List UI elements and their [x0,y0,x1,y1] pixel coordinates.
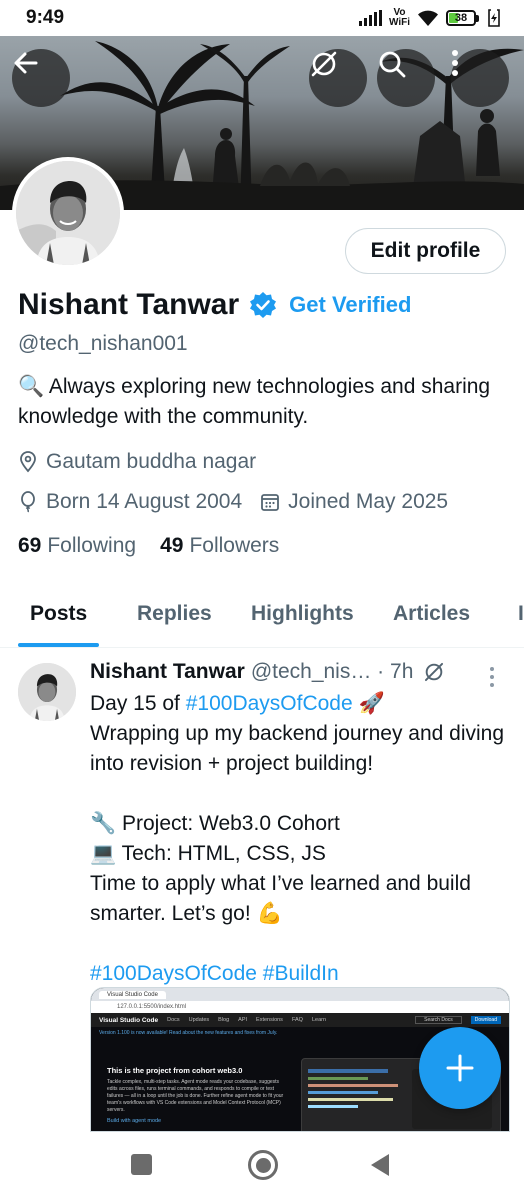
post-hashtags: #100DaysOfCode #BuildIn [90,959,510,989]
media-heading: This is the project from cohort web3.0 [107,1066,243,1075]
tab-posts[interactable]: Posts [30,602,87,626]
hashtag-link[interactable]: #100DaysOfCode [90,962,257,985]
tab-highlights[interactable]: Highlights [251,602,354,626]
following-count: 69 [18,534,42,557]
location-pin-icon [18,451,38,473]
followers-label: Followers [189,534,280,557]
balloon-icon [18,491,38,513]
verified-badge-icon[interactable] [249,291,277,319]
get-verified-link[interactable]: Get Verified [289,292,411,318]
following-label: Following [47,534,137,557]
post-line: 💻 Tech: HTML, CSS, JS [90,842,326,865]
profile-name-row: Nishant Tanwar Get Verified [18,288,411,322]
avatar [16,161,120,265]
post-line-suffix: 🚀 [352,692,385,715]
eye-off-icon [311,51,337,77]
more-vertical-icon [452,50,458,76]
recent-apps-button[interactable] [131,1154,152,1175]
post-author-name[interactable]: Nishant Tanwar [90,660,245,684]
profile-avatar[interactable] [12,157,124,269]
active-tab-indicator [18,643,99,647]
media-download: Download [470,1016,501,1024]
followers-count: 49 [160,534,184,557]
plus-icon [446,1054,474,1082]
post-spacer [90,929,510,959]
tab-articles[interactable]: Articles [393,602,470,626]
profile-tabs: Posts Replies Highlights Articles I [0,588,524,648]
calendar-icon [260,492,280,512]
profile-handle: @tech_nishan001 [18,332,188,355]
battery-icon: 38 [446,10,479,26]
birthday-text: Born 14 August 2004 [46,490,243,513]
search-button[interactable] [377,49,435,107]
profile-name: Nishant Tanwar [18,288,240,321]
post-author-avatar[interactable] [18,663,76,721]
joined-text: Joined May 2025 [288,490,449,513]
vowifi-label: Vo WiFi [388,7,410,28]
home-button[interactable] [248,1150,278,1180]
post-spacer [90,779,510,809]
follow-stats: 69 Following 49 Followers [18,534,279,558]
media-nav-item: Blog [218,1017,230,1023]
followers-link[interactable]: 49 Followers [160,534,279,558]
media-hero-text: This is the project from cohort web3.0 T… [107,1066,287,1124]
signal-icon [358,10,382,26]
media-paragraph: Tackle complex, multi-step tasks. Agent … [107,1079,284,1113]
media-nav-item: Updates [188,1017,210,1023]
back-button[interactable] [12,49,70,107]
media-search: Search Docs [415,1016,462,1024]
profile-bio: 🔍 Always exploring new technologies and … [18,375,491,428]
hashtag-link[interactable]: #BuildIn [263,962,339,985]
more-button[interactable] [451,49,509,107]
wifi-icon [418,10,438,26]
media-nav-item: Learn [311,1017,327,1023]
status-bar: 9:49 Vo WiFi 38 [0,0,524,36]
post-line: Time to apply what I’ve learned and buil… [90,872,471,925]
edit-profile-button[interactable]: Edit profile [345,228,506,274]
search-icon [379,51,406,78]
compose-post-button[interactable] [419,1027,501,1109]
post-text: Day 15 of #100DaysOfCode 🚀 Wrapping up m… [90,689,510,989]
media-nav-item: FAQ [291,1017,303,1023]
media-site-nav: Visual Studio Code Docs Updates Blog API… [91,1013,509,1027]
post-line: 🔧 Project: Web3.0 Cohort [90,812,340,835]
post-header: Nishant Tanwar @tech_nis… · 7h [90,660,470,684]
eye-off-icon[interactable] [423,661,445,683]
charging-icon [488,9,500,27]
post-handle-time: @tech_nis… · 7h [250,660,414,683]
media-browser-tabs: Visual Studio Code [91,988,509,1001]
post-line-prefix: Day 15 of [90,692,186,715]
arrow-left-icon [14,52,38,74]
tab-replies[interactable]: Replies [137,602,212,626]
profile-location: Gautam buddha nagar [18,450,256,474]
media-url: 127.0.0.1:5500/index.html [117,1004,187,1010]
hide-button[interactable] [309,49,367,107]
status-icons: Vo WiFi 38 [358,7,502,28]
post-line: Day 15 of #100DaysOfCode 🚀 [90,689,510,719]
following-link[interactable]: 69 Following [18,534,136,558]
media-tab-title: Visual Studio Code [99,990,166,999]
more-vertical-icon [490,667,494,687]
back-triangle-icon[interactable] [370,1153,390,1177]
media-brand: Visual Studio Code [99,1016,159,1024]
media-nav-item: Docs [167,1017,180,1023]
location-text: Gautam buddha nagar [46,450,257,473]
status-time: 9:49 [26,7,65,28]
tab-overflow[interactable]: I [518,602,524,626]
battery-level: 38 [454,12,468,24]
home-dot-icon [255,1157,271,1173]
profile-dates: Born 14 August 2004 Joined May 2025 [18,490,448,514]
media-nav-item: Extensions [256,1017,283,1023]
post-line: Wrapping up my backend journey and divin… [90,722,505,775]
hashtag-link[interactable]: #100DaysOfCode [186,692,353,715]
system-nav-bar [0,1132,524,1200]
media-link: Build with agent mode [107,1118,162,1124]
media-nav-item: API [238,1017,248,1023]
media-address-bar: 127.0.0.1:5500/index.html [91,1001,509,1013]
